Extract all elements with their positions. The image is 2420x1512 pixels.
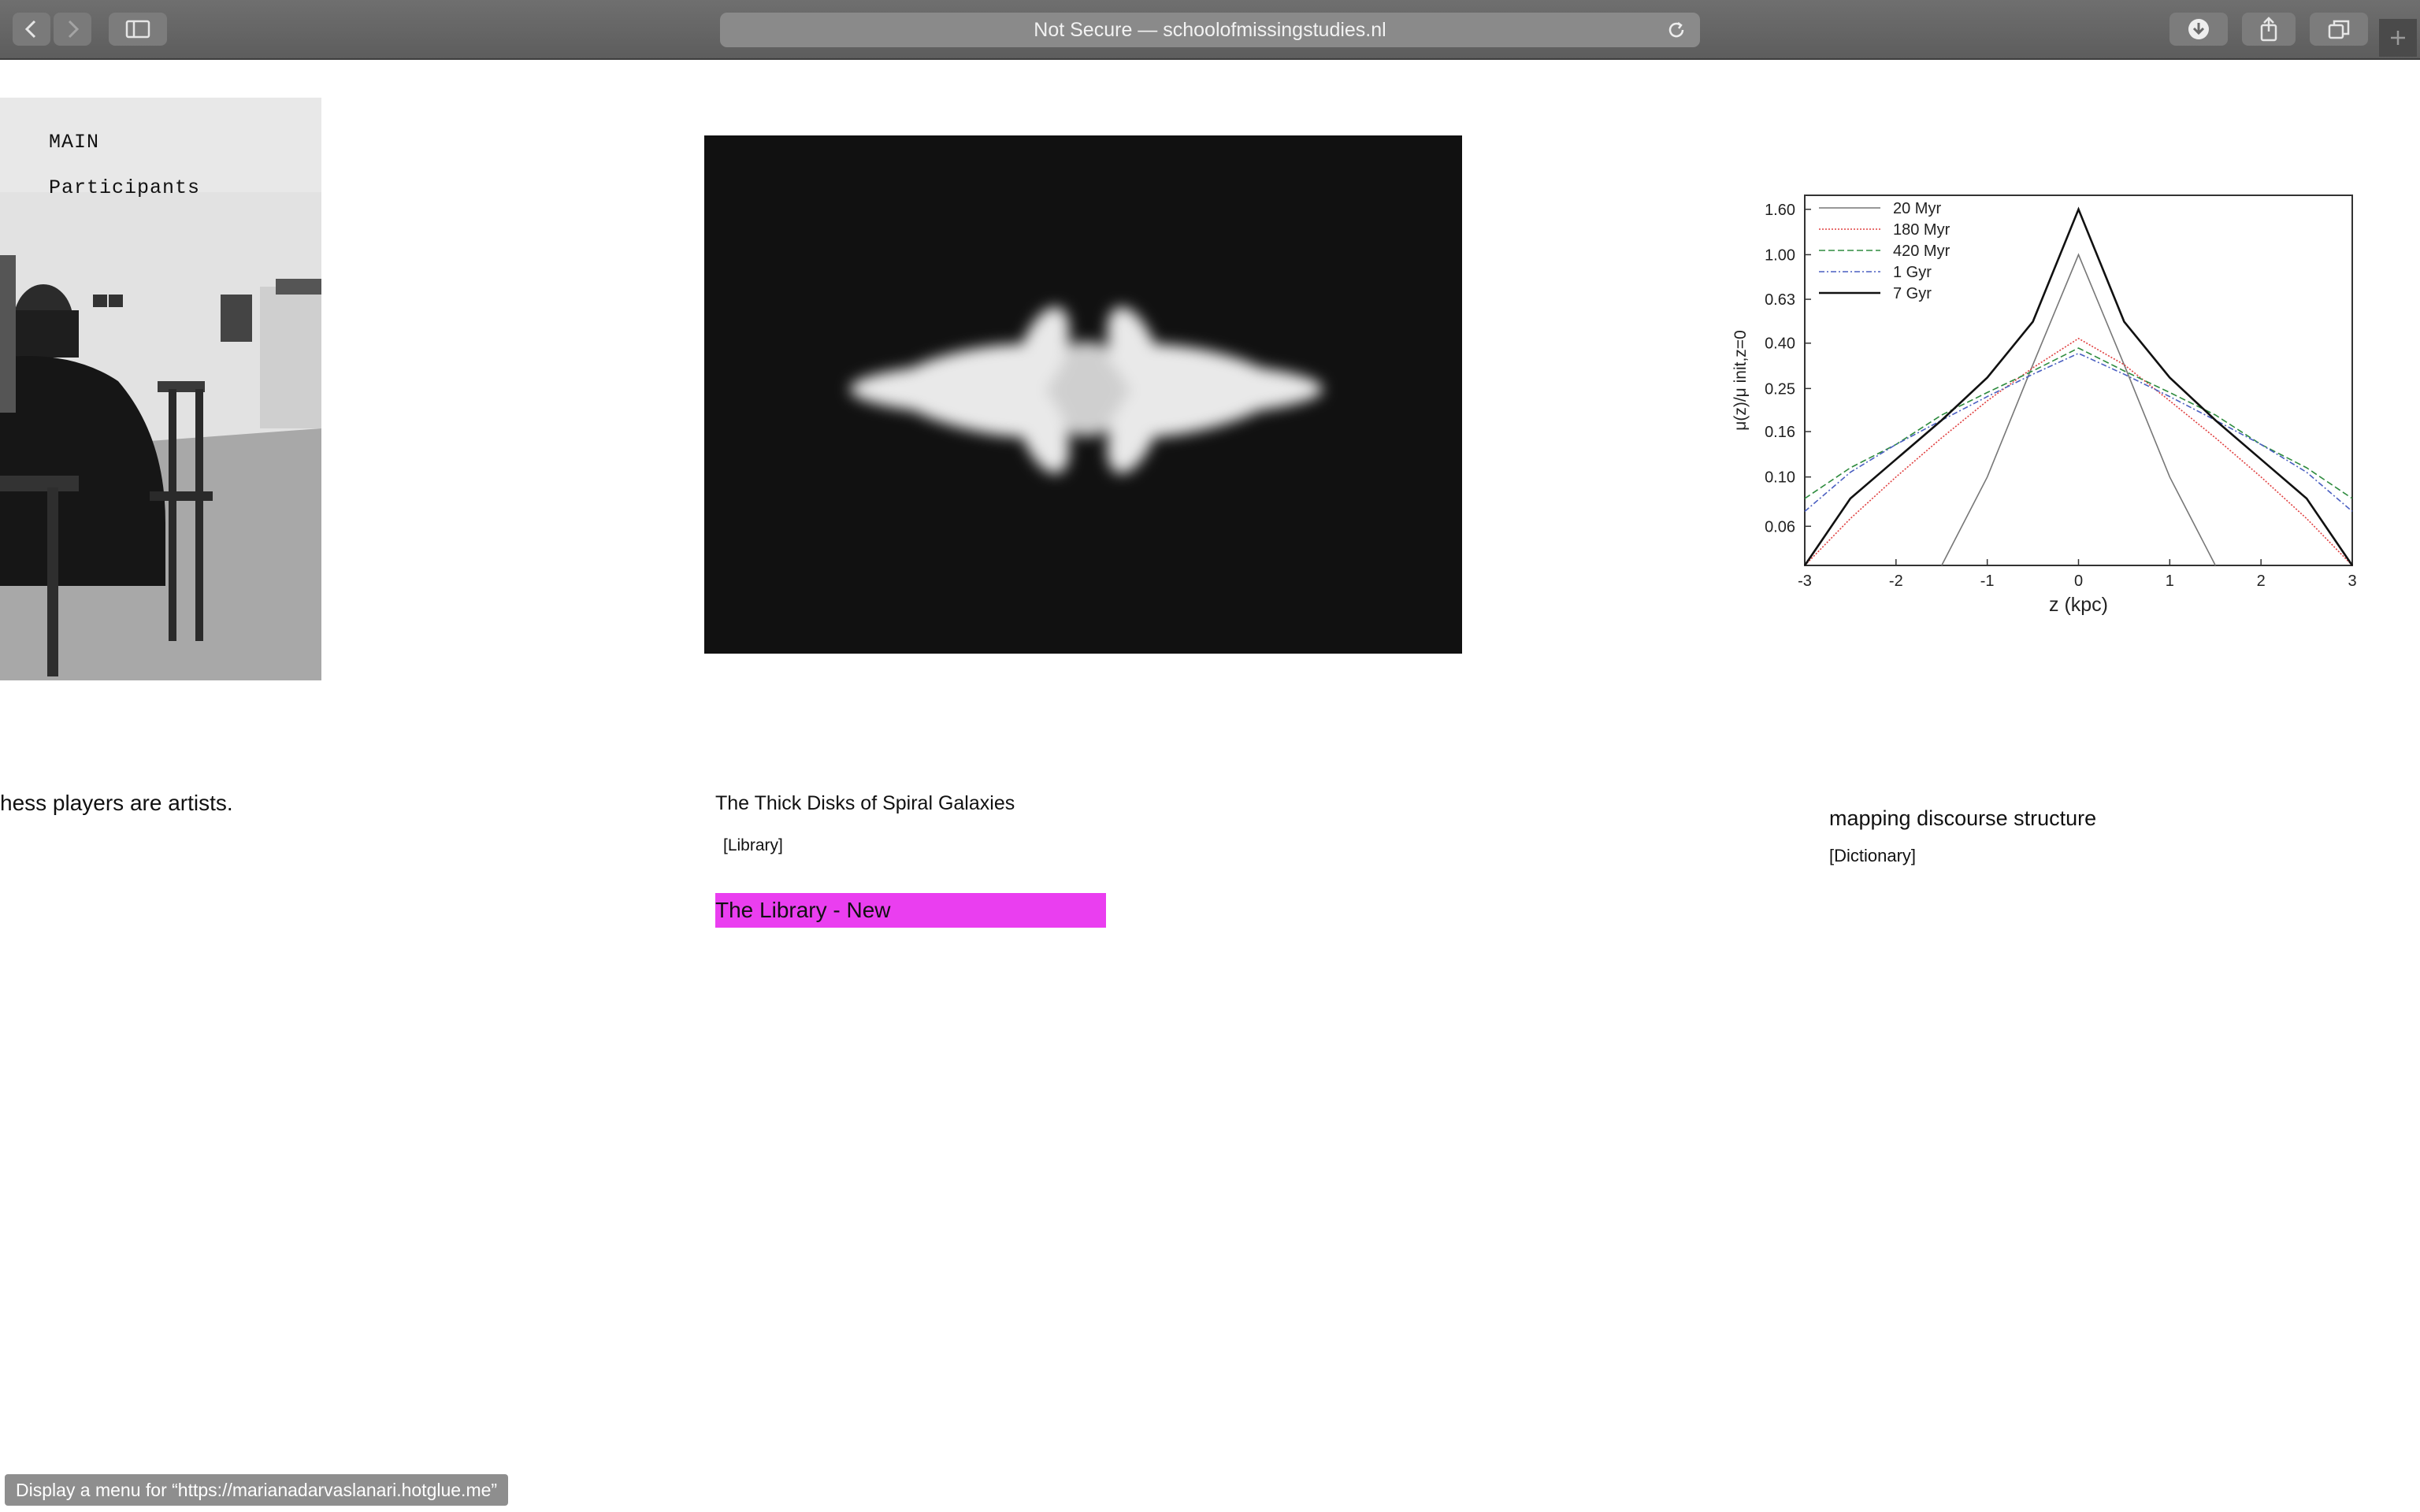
series-line [1804,352,2353,513]
y-tick-label: 0.25 [1765,380,1795,398]
right-tag[interactable]: [Dictionary] [1829,846,1916,866]
browser-toolbar: Not Secure — schoolofmissingstudies.nl [0,0,2420,60]
chart-figure[interactable]: -3 -2 -1 0 1 2 3 0.06 0.10 0.16 0.25 0.40 0.63 1.00 1.… [1722,180,2360,621]
link-status-bar: Display a menu for “https://marianadarva… [5,1474,509,1506]
navigation-buttons [13,13,91,46]
series-line [1804,337,2353,566]
downloads-button[interactable] [2169,13,2228,46]
galaxy-illustration [850,306,1323,474]
x-tick-label: -3 [1798,573,1812,590]
reload-icon[interactable] [1665,19,1687,41]
x-tick-label: 0 [2074,573,2083,590]
chess-player-photo: MAIN Participants [0,98,321,680]
menu-link-main[interactable]: MAIN [49,131,99,154]
left-caption: hess players are artists. [0,791,233,815]
address-bar[interactable]: Not Secure — schoolofmissingstudies.nl [720,13,1700,47]
y-tick-label: 1.00 [1765,246,1795,264]
galaxy-disk-shape [850,306,1323,474]
center-tag[interactable]: [Library] [723,836,783,855]
new-tab-button[interactable] [2379,19,2417,57]
x-tick-label: 2 [2257,573,2266,590]
series-line [1804,347,2353,499]
chart-svg: -3 -2 -1 0 1 2 3 0.06 0.10 0.16 0.25 0.40 0.63 1.00 1.… [1731,195,2357,616]
status-text: Display a menu for “https://marianadarva… [16,1479,498,1500]
forward-arrow-icon [68,20,80,39]
x-tick-label: -1 [1980,573,1995,590]
menu-link-participants[interactable]: Participants [49,176,200,199]
library-new-label: The Library - New [715,898,891,922]
y-tick-label: 0.16 [1765,424,1795,441]
y-axis-label: μ(z)/μ init,z=0 [1731,330,1750,430]
legend-label: 7 Gyr [1893,285,1932,302]
tab-overview-button[interactable] [2310,13,2368,46]
y-tick-label: 1.60 [1765,202,1795,219]
download-icon [2188,19,2209,39]
y-tick-label: 0.40 [1765,335,1795,353]
sidebar-toggle-button[interactable] [109,13,167,46]
y-tick-label: 0.63 [1765,291,1795,309]
center-title[interactable]: The Thick Disks of Spiral Galaxies [715,792,1015,815]
address-text: Not Secure — schoolofmissingstudies.nl [1034,18,1386,41]
library-new-link[interactable]: The Library - New [715,893,1106,928]
plus-icon [2391,31,2405,45]
share-button[interactable] [2242,13,2296,46]
sidebar-icon [125,20,150,39]
back-arrow-icon [24,20,36,39]
back-button[interactable] [13,13,50,46]
x-axis-label: z (kpc) [2049,594,2108,616]
x-tick-label: 3 [2348,573,2356,590]
legend-label: 420 Myr [1893,243,1950,260]
legend-label: 20 Myr [1893,200,1941,217]
plot-frame [1804,195,2353,566]
galaxy-simulation-image[interactable] [704,135,1462,654]
series-line [1941,253,2217,566]
series-line [1803,206,2354,566]
legend-label: 180 Myr [1893,221,1950,239]
share-icon [2260,17,2277,42]
y-tick-label: 0.10 [1765,469,1795,487]
y-tick-label: 0.06 [1765,518,1795,536]
tabs-icon [2328,20,2350,39]
x-tick-label: 1 [2166,573,2174,590]
forward-button[interactable] [54,13,91,46]
x-tick-label: -2 [1889,573,1903,590]
right-title[interactable]: mapping discourse structure [1829,806,2096,831]
legend-label: 1 Gyr [1893,264,1932,281]
